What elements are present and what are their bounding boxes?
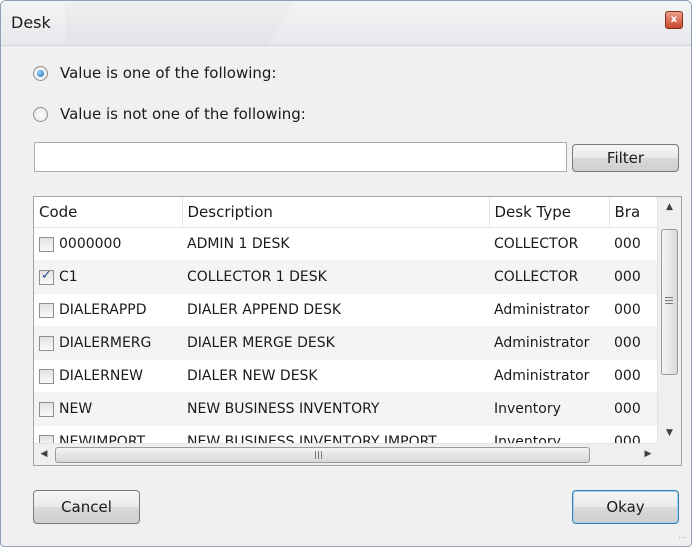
table-row[interactable]: DIALERNEW DIALER NEW DESK Administrator …	[34, 359, 657, 393]
description-cell: DIALER NEW DESK	[182, 359, 489, 393]
vertical-scroll-thumb[interactable]	[661, 229, 678, 375]
radio-include-button[interactable]	[33, 65, 48, 81]
scroll-down-icon[interactable]: ▼	[658, 423, 681, 443]
radio-exclude-label: Value is not one of the following:	[60, 105, 306, 123]
branch-cell: 000	[609, 293, 657, 327]
radio-include-label: Value is one of the following:	[60, 64, 277, 82]
horizontal-scrollbar[interactable]: ◀ ▶	[34, 443, 658, 465]
desk-type-cell: Administrator	[489, 326, 609, 360]
close-icon: x	[670, 14, 678, 25]
desk-type-cell: Inventory	[489, 392, 609, 426]
code-cell: DIALERAPPD	[59, 302, 147, 318]
branch-cell: 000	[609, 392, 657, 426]
vertical-scrollbar[interactable]: ▲ ▼	[657, 197, 681, 465]
code-cell: DIALERNEW	[59, 368, 144, 384]
description-cell: DIALER MERGE DESK	[182, 326, 489, 360]
branch-cell: 000	[609, 326, 657, 360]
filter-input[interactable]	[34, 142, 567, 172]
title-bar-glass	[65, 1, 295, 45]
title-bar[interactable]: Desk x	[1, 1, 691, 46]
branch-cell: 000	[609, 260, 657, 294]
horizontal-scroll-thumb[interactable]	[55, 447, 590, 463]
desk-type-cell: COLLECTOR	[489, 260, 609, 294]
description-cell: DIALER APPEND DESK	[182, 293, 489, 327]
branch-cell: 000	[609, 227, 657, 261]
table-row[interactable]: 0000000 ADMIN 1 DESK COLLECTOR 000	[34, 227, 657, 261]
okay-button[interactable]: Okay	[572, 490, 679, 524]
code-cell: 0000000	[59, 236, 122, 252]
column-header-branch[interactable]: Bra	[609, 197, 658, 228]
row-checkbox[interactable]	[39, 368, 54, 384]
desk-table: Code Description Desk Type Bra 0000000 A…	[34, 197, 658, 459]
row-checkbox[interactable]	[39, 302, 54, 318]
window-title: Desk	[11, 13, 51, 32]
table-row[interactable]: NEW NEW BUSINESS INVENTORY Inventory 000	[34, 392, 657, 426]
close-button[interactable]: x	[665, 11, 683, 29]
row-checkbox[interactable]	[39, 236, 54, 252]
description-cell: COLLECTOR 1 DESK	[182, 260, 489, 294]
resize-grip-icon[interactable]: ⋯	[678, 533, 688, 543]
code-cell: C1	[59, 269, 78, 285]
desk-type-cell: Administrator	[489, 293, 609, 327]
radio-exclude-button[interactable]	[33, 106, 48, 122]
scroll-up-icon[interactable]: ▲	[658, 197, 681, 217]
scroll-left-icon[interactable]: ◀	[34, 444, 54, 465]
row-checkbox[interactable]	[39, 401, 54, 417]
desk-grid: Code Description Desk Type Bra 0000000 A…	[33, 196, 682, 466]
description-cell: NEW BUSINESS INVENTORY	[182, 392, 489, 426]
description-cell: ADMIN 1 DESK	[182, 227, 489, 261]
radio-exclude[interactable]: Value is not one of the following:	[33, 103, 306, 125]
code-cell: NEW	[59, 401, 93, 417]
desk-type-cell: COLLECTOR	[489, 227, 609, 261]
desk-dialog: Desk x Value is one of the following: Va…	[0, 0, 692, 547]
filter-button[interactable]: Filter	[572, 144, 679, 172]
header-row: Code Description Desk Type Bra	[34, 197, 658, 228]
column-header-description[interactable]: Description	[182, 197, 490, 228]
column-header-code[interactable]: Code	[34, 197, 183, 228]
cancel-button[interactable]: Cancel	[33, 490, 140, 524]
table-row[interactable]: C1 COLLECTOR 1 DESK COLLECTOR 000	[34, 260, 657, 294]
row-checkbox[interactable]	[39, 335, 54, 351]
branch-cell: 000	[609, 359, 657, 393]
desk-type-cell: Administrator	[489, 359, 609, 393]
row-checkbox[interactable]	[39, 268, 54, 285]
table-row[interactable]: DIALERAPPD DIALER APPEND DESK Administra…	[34, 293, 657, 327]
column-header-desk-type[interactable]: Desk Type	[489, 197, 610, 228]
code-cell: DIALERMERG	[59, 335, 152, 351]
table-row[interactable]: DIALERMERG DIALER MERGE DESK Administrat…	[34, 326, 657, 360]
scroll-right-icon[interactable]: ▶	[638, 444, 658, 465]
radio-include[interactable]: Value is one of the following:	[33, 62, 277, 84]
